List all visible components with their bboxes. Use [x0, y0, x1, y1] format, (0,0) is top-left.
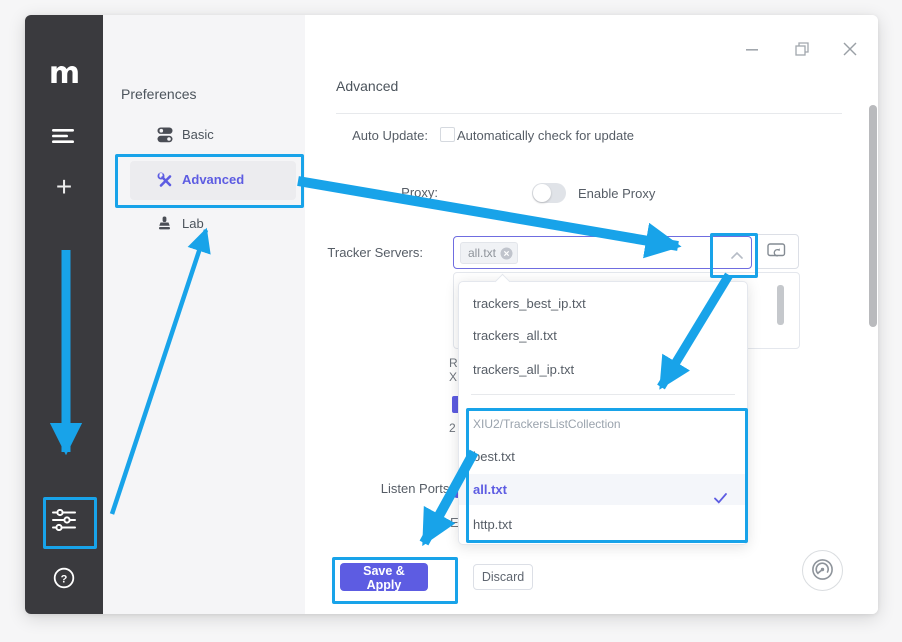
- nav-item-label: Lab: [182, 216, 204, 231]
- stamp-icon: [157, 216, 174, 233]
- listen-ports-label: Listen Ports:: [305, 481, 453, 496]
- main-scrollbar[interactable]: [869, 105, 877, 327]
- tag-close-icon[interactable]: [500, 247, 513, 260]
- occluded-text-fragment: 2: [449, 421, 456, 435]
- toggles-icon: [157, 127, 174, 144]
- nav-item-label: Basic: [182, 127, 214, 142]
- proxy-toggle[interactable]: [532, 183, 566, 203]
- add-task-icon[interactable]: +: [25, 173, 103, 201]
- occluded-text-fragment: X: [449, 370, 457, 384]
- svg-text:?: ?: [61, 573, 68, 585]
- annotation-box-tracker-group: [466, 408, 748, 543]
- annotation-box-save-button: [332, 557, 458, 604]
- dropdown-divider: [471, 394, 735, 395]
- divider: [336, 113, 842, 114]
- nav-item-lab[interactable]: Lab: [130, 205, 296, 244]
- annotation-box-chevron: [710, 233, 758, 278]
- tracker-select[interactable]: all.txt: [453, 236, 752, 269]
- speed-gauge-button[interactable]: [802, 550, 843, 591]
- minimize-button[interactable]: [738, 35, 766, 63]
- occluded-text-fragment: R: [449, 356, 458, 370]
- auto-update-label: Auto Update:: [305, 128, 428, 143]
- proxy-toggle-label: Enable Proxy: [578, 186, 655, 201]
- dropdown-item[interactable]: trackers_all.txt: [459, 320, 747, 351]
- tracker-servers-label: Tracker Servers:: [305, 245, 423, 260]
- dropdown-item[interactable]: trackers_all_ip.txt: [459, 354, 747, 385]
- app-window: m + ?: [25, 15, 878, 614]
- proxy-label: Proxy:: [305, 185, 438, 200]
- toggle-knob: [533, 184, 551, 202]
- dropdown-item[interactable]: trackers_best_ip.txt: [459, 288, 747, 319]
- help-icon[interactable]: ?: [25, 566, 103, 595]
- preferences-title: Preferences: [121, 86, 196, 102]
- annotation-box-advanced: [115, 154, 304, 208]
- preferences-panel: Preferences Basic: [103, 15, 305, 614]
- tracker-tag: all.txt: [460, 242, 518, 264]
- textarea-scrollbar[interactable]: [777, 285, 784, 325]
- auto-update-checkbox-label: Automatically check for update: [457, 128, 634, 143]
- close-button[interactable]: [836, 35, 864, 63]
- motrix-logo: m: [25, 59, 103, 89]
- sync-tracker-button[interactable]: [755, 234, 799, 269]
- task-list-icon[interactable]: [25, 128, 103, 149]
- page-title: Advanced: [336, 78, 398, 94]
- nav-item-basic[interactable]: Basic: [130, 116, 296, 155]
- restore-button[interactable]: [788, 35, 816, 63]
- discard-button[interactable]: Discard: [473, 564, 533, 590]
- annotation-box-settings-icon: [43, 497, 97, 549]
- auto-update-checkbox[interactable]: [440, 127, 455, 142]
